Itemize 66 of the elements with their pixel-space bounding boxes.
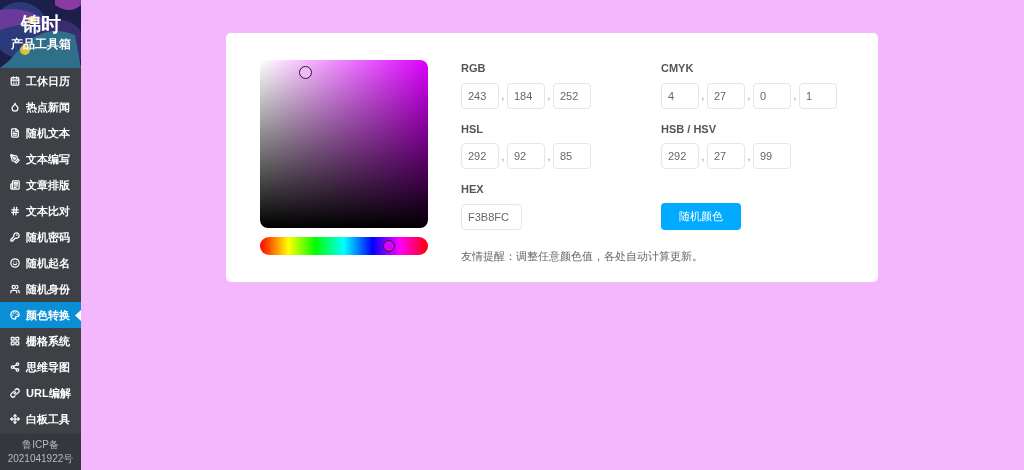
sidebar-item[interactable]: 思维导图 — [0, 354, 81, 380]
hue-thumb[interactable] — [383, 240, 396, 252]
value-field[interactable]: 27 — [707, 143, 745, 169]
group-label: HSL — [461, 121, 484, 137]
sidebar-item[interactable]: 文章排版 — [0, 172, 81, 198]
picker-thumb[interactable] — [298, 65, 312, 79]
separator: , — [546, 89, 552, 103]
sidebar-item[interactable]: 随机起名 — [0, 250, 81, 276]
arrows-icon — [10, 414, 20, 424]
sidebar-item[interactable]: 随机文本 — [0, 120, 81, 146]
group-label: RGB — [461, 61, 487, 76]
link-icon — [10, 388, 20, 398]
separator: , — [546, 149, 552, 164]
sidebar-item[interactable]: 白板工具 — [0, 406, 81, 432]
value-field[interactable]: F3B8FC — [461, 203, 522, 230]
separator: , — [746, 89, 752, 103]
separator: , — [700, 89, 706, 103]
separator: , — [792, 89, 798, 103]
value-field[interactable]: 243 — [461, 82, 499, 109]
pen-icon — [10, 154, 20, 164]
key-icon — [10, 232, 20, 242]
sidebar-item[interactable]: 随机密码 — [0, 224, 81, 250]
value-field[interactable]: 184 — [507, 82, 545, 109]
value-field[interactable]: 292 — [661, 143, 699, 169]
value-field[interactable]: 252 — [553, 82, 591, 109]
value-field[interactable]: 292 — [461, 143, 499, 169]
hue-slider[interactable] — [260, 237, 428, 255]
sidebar-item[interactable]: 文本比对 — [0, 198, 81, 224]
group-label: HSB / HSV — [661, 121, 717, 137]
document-icon — [10, 128, 20, 138]
sidebar-item[interactable]: 随机身份 — [0, 276, 81, 302]
pointer-icon — [75, 310, 81, 321]
droplet-icon — [10, 102, 20, 112]
value-field[interactable]: 27 — [707, 82, 745, 109]
separator: , — [700, 149, 706, 164]
logo-subtitle: 产品工具箱 — [10, 36, 71, 52]
value-field[interactable]: 92 — [507, 143, 545, 169]
value-field[interactable]: 85 — [553, 143, 591, 169]
sidebar-item[interactable]: 工休日历 — [0, 68, 81, 94]
sidebar-item[interactable]: 热点新闻 — [0, 94, 81, 120]
value-field[interactable]: 4 — [661, 82, 699, 109]
separator: , — [500, 149, 506, 164]
logo-title: 锦时 — [20, 12, 61, 36]
group-label: HEX — [461, 182, 485, 197]
grid-icon — [10, 336, 20, 346]
sidebar-item[interactable]: 栅格系统 — [0, 328, 81, 354]
sidebar-item[interactable]: 文本编写 — [0, 146, 81, 172]
value-field[interactable]: 1 — [799, 82, 837, 109]
separator: , — [500, 89, 506, 103]
separator: , — [746, 149, 752, 164]
hash-icon — [10, 206, 20, 216]
value-field[interactable]: 99 — [753, 143, 791, 169]
footer-text: 鲁ICP备 — [22, 438, 59, 452]
layout-icon — [10, 180, 20, 190]
share-icon — [10, 362, 20, 372]
palette-icon — [10, 310, 20, 320]
tip-text: 友情提醒：调整任意颜色值，各处自动计算更新。 — [461, 248, 704, 264]
saturation-picker[interactable] — [260, 60, 428, 228]
sidebar-item[interactable]: 颜色转换 — [0, 302, 81, 328]
value-field[interactable]: 0 — [753, 82, 791, 109]
people-icon — [10, 284, 20, 294]
group-label: CMYK — [661, 61, 695, 76]
footer-text: 2021041922号 — [7, 452, 74, 466]
smile-icon — [10, 258, 20, 268]
sidebar-item[interactable]: URL编解 — [0, 380, 81, 406]
calendar-icon — [10, 76, 20, 86]
